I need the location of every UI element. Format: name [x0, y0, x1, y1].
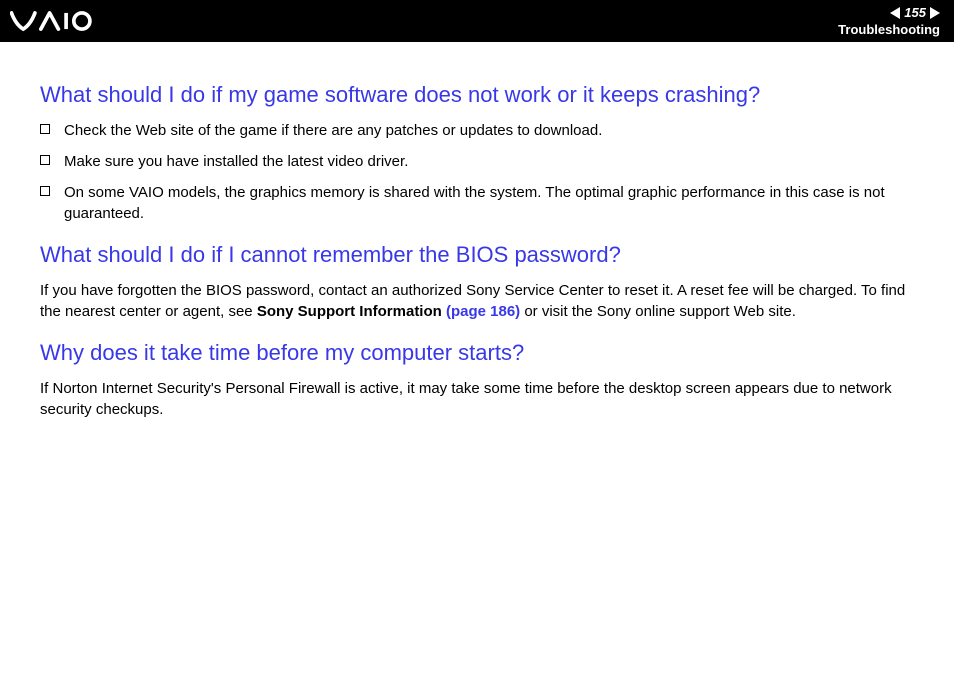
paragraph-text-post: or visit the Sony online support Web sit…: [520, 303, 796, 320]
header-right: 155 Troubleshooting: [838, 5, 944, 37]
content-area: What should I do if my game software doe…: [0, 42, 954, 448]
paragraph-slow-start: If Norton Internet Security's Personal F…: [40, 378, 914, 420]
page-link[interactable]: (page 186): [446, 303, 520, 320]
bullet-icon: [40, 155, 50, 165]
section-name: Troubleshooting: [838, 22, 940, 37]
bullet-icon: [40, 186, 50, 196]
list-item: Check the Web site of the game if there …: [40, 120, 914, 141]
prev-page-arrow-icon[interactable]: [890, 7, 900, 19]
vaio-logo: [10, 10, 127, 32]
list-item-text: Make sure you have installed the latest …: [64, 151, 408, 172]
list-item: Make sure you have installed the latest …: [40, 151, 914, 172]
list-item: On some VAIO models, the graphics memory…: [40, 182, 914, 224]
page-nav: 155: [890, 5, 940, 20]
heading-bios-password: What should I do if I cannot remember th…: [40, 242, 914, 268]
list-item-text: On some VAIO models, the graphics memory…: [64, 182, 914, 224]
paragraph-text-bold: Sony Support Information: [257, 303, 446, 320]
heading-game-crash: What should I do if my game software doe…: [40, 82, 914, 108]
bullet-icon: [40, 124, 50, 134]
next-page-arrow-icon[interactable]: [930, 7, 940, 19]
paragraph-bios: If you have forgotten the BIOS password,…: [40, 280, 914, 322]
header-bar: 155 Troubleshooting: [0, 0, 954, 42]
page-number: 155: [904, 5, 926, 20]
heading-slow-start: Why does it take time before my computer…: [40, 340, 914, 366]
bullet-list-game: Check the Web site of the game if there …: [40, 120, 914, 224]
list-item-text: Check the Web site of the game if there …: [64, 120, 602, 141]
